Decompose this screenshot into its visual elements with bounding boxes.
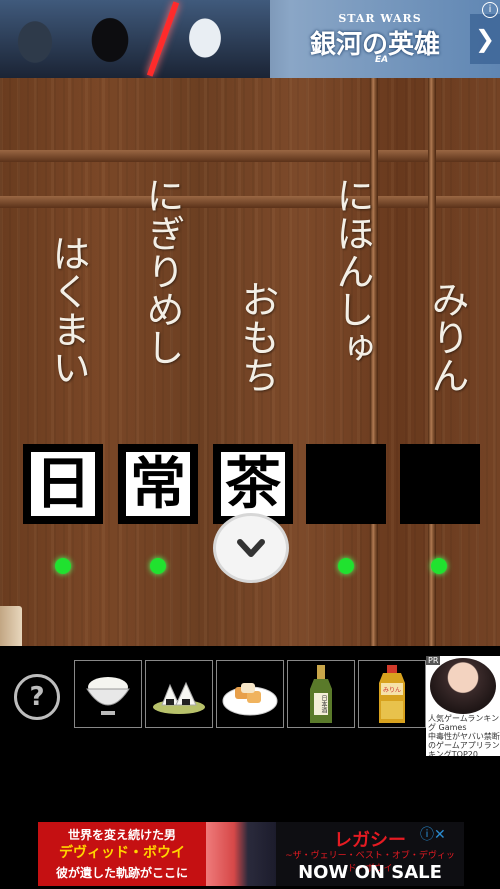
side-ad-line1: 人気ゲームランキング Games (428, 714, 500, 732)
rice-balls-icon (153, 681, 205, 714)
kanji-char-3: 茶 (221, 452, 285, 516)
indicator-light-4 (338, 558, 354, 574)
reading-mirin: みりん (425, 280, 469, 394)
mochi-plate-icon (222, 683, 278, 716)
kanji-slot-3[interactable]: 茶 (213, 444, 293, 524)
inventory-slot-mochi[interactable] (216, 660, 284, 728)
ad-left-line1: 世界を変え続けた男 (67, 828, 176, 842)
indicator-light-1 (55, 558, 71, 574)
kanji-slot-5[interactable] (400, 444, 480, 524)
kanji-char-1: 日 (31, 452, 95, 516)
chevron-down-icon (237, 539, 265, 557)
mirin-bottle-icon (379, 665, 405, 723)
cabinet-rail (0, 150, 500, 162)
cabinet-rail (0, 196, 500, 208)
ad-left-line2: デヴィッド・ボウイ (59, 845, 185, 861)
ad-cta: NOW ON SALE (298, 862, 442, 883)
rice-bowl-icon (86, 677, 130, 715)
ad-info-icon[interactable]: i (482, 2, 498, 18)
ad-photo (430, 658, 496, 714)
bottom-banner-ad[interactable]: 世界を変え続けた男 デヴィッド・ボウイ 彼が遺した軌跡がここに レガシー ~ザ・… (38, 822, 464, 886)
kanji-slot-1[interactable]: 日 (23, 444, 103, 524)
indicator-light-2 (150, 558, 166, 574)
side-ad-text: 人気ゲームランキング Games 中毒性がヤバい禁断のゲームアプリランキングTO… (428, 714, 500, 756)
navigate-down-button[interactable] (216, 516, 286, 580)
cabinet-handle[interactable] (0, 606, 22, 646)
inventory-slot-rice-bowl[interactable] (74, 660, 142, 728)
ad-image-characters (0, 0, 270, 78)
top-banner-ad[interactable]: STAR WARS 銀河の英雄 EA ❯ i (0, 0, 500, 78)
ad-album-art (206, 822, 276, 886)
hint-button[interactable]: ? (14, 674, 60, 720)
inventory-slot-rice-balls[interactable] (145, 660, 213, 728)
side-ad[interactable]: PR 人気ゲームランキング Games 中毒性がヤバい禁断のゲームアプリランキン… (426, 656, 500, 756)
reading-hakumai: はくまい (46, 234, 90, 386)
reading-omochi: おもち (235, 280, 279, 394)
kanji-slot-2[interactable]: 常 (118, 444, 198, 524)
inventory-slot-sake[interactable]: 日本酒 (287, 660, 355, 728)
sake-label: 日本酒 (320, 695, 327, 713)
ad-publisher: EA (375, 55, 389, 65)
reading-nigirimeshi: にぎりめし (140, 176, 184, 366)
reading-nihonshu: にほんしゅ (330, 176, 374, 366)
mirin-label: みりん (382, 687, 401, 694)
ad-arrow-icon[interactable]: ❯ (470, 14, 500, 64)
indicator-light-5 (431, 558, 447, 574)
kanji-char-2: 常 (126, 452, 190, 516)
kanji-slot-4[interactable] (306, 444, 386, 524)
ad-left-line3: 彼が遺した軌跡がここに (55, 866, 188, 880)
ad-close-icon[interactable]: ⓘ✕ (420, 824, 446, 844)
sake-bottle-icon (310, 665, 332, 723)
inventory-slot-mirin[interactable]: みりん (358, 660, 426, 728)
pr-badge: PR (426, 656, 441, 665)
side-ad-line2: 中毒性がヤバい禁断のゲームアプリランキングTOP20 (428, 732, 500, 756)
